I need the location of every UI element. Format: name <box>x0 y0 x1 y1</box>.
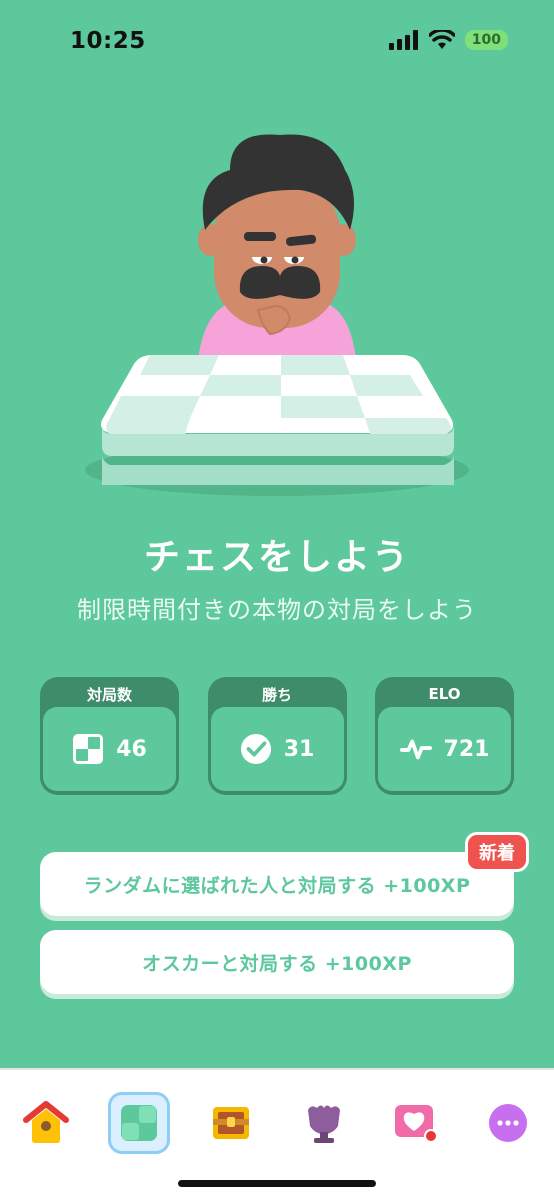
page-subtitle: 制限時間付きの本物の対局をしよう <box>77 596 477 624</box>
stat-card-games: 対局数 46 <box>40 677 179 795</box>
character-chessboard-illustration <box>85 134 469 496</box>
stat-label: 対局数 <box>86 685 132 704</box>
stat-card-wins: 勝ち 31 <box>207 677 347 795</box>
page-title: チェスをしよう <box>143 537 410 578</box>
chess-icon <box>121 1105 157 1141</box>
tab-leagues[interactable] <box>293 1092 355 1154</box>
status-time: 10:25 <box>70 28 146 54</box>
checkmark-icon <box>240 733 272 765</box>
status-icons: 100 <box>388 30 508 50</box>
wifi-icon <box>428 30 455 49</box>
battery-indicator: 100 <box>464 30 508 50</box>
tab-more[interactable] <box>477 1092 539 1154</box>
cellular-signal-icon <box>388 30 418 50</box>
play-random-button[interactable]: ランダムに選ばれた人と対局する +100XP <box>40 852 514 916</box>
stats-row: 対局数 46 勝ち 31 ELO 721 <box>40 677 514 795</box>
stat-body: 31 <box>210 707 344 791</box>
stat-label: ELO <box>428 685 461 703</box>
status-bar: 10:25 100 <box>0 0 554 84</box>
stat-body: 721 <box>378 707 511 791</box>
treasure-chest-icon <box>213 1107 249 1139</box>
home-icon <box>23 1101 69 1143</box>
heart-shop-icon <box>395 1105 438 1143</box>
stat-body: 46 <box>43 707 176 791</box>
chessboard-icon <box>72 733 104 765</box>
tab-chess[interactable] <box>108 1092 170 1154</box>
league-trophy-icon <box>308 1105 340 1143</box>
stat-card-elo: ELO 721 <box>375 677 514 795</box>
tab-treasure[interactable] <box>200 1092 262 1154</box>
tab-home[interactable] <box>15 1092 77 1154</box>
play-oscar-button[interactable]: オスカーと対局する +100XP <box>40 930 514 994</box>
new-badge: 新着 <box>465 832 529 872</box>
pulse-icon <box>399 733 432 765</box>
home-indicator[interactable] <box>178 1180 376 1187</box>
stat-value: 46 <box>116 736 147 762</box>
stat-label: 勝ち <box>261 685 292 704</box>
stat-value: 721 <box>443 736 490 762</box>
stat-value: 31 <box>283 736 315 762</box>
more-icon <box>489 1104 527 1142</box>
tab-shop[interactable] <box>385 1092 447 1154</box>
